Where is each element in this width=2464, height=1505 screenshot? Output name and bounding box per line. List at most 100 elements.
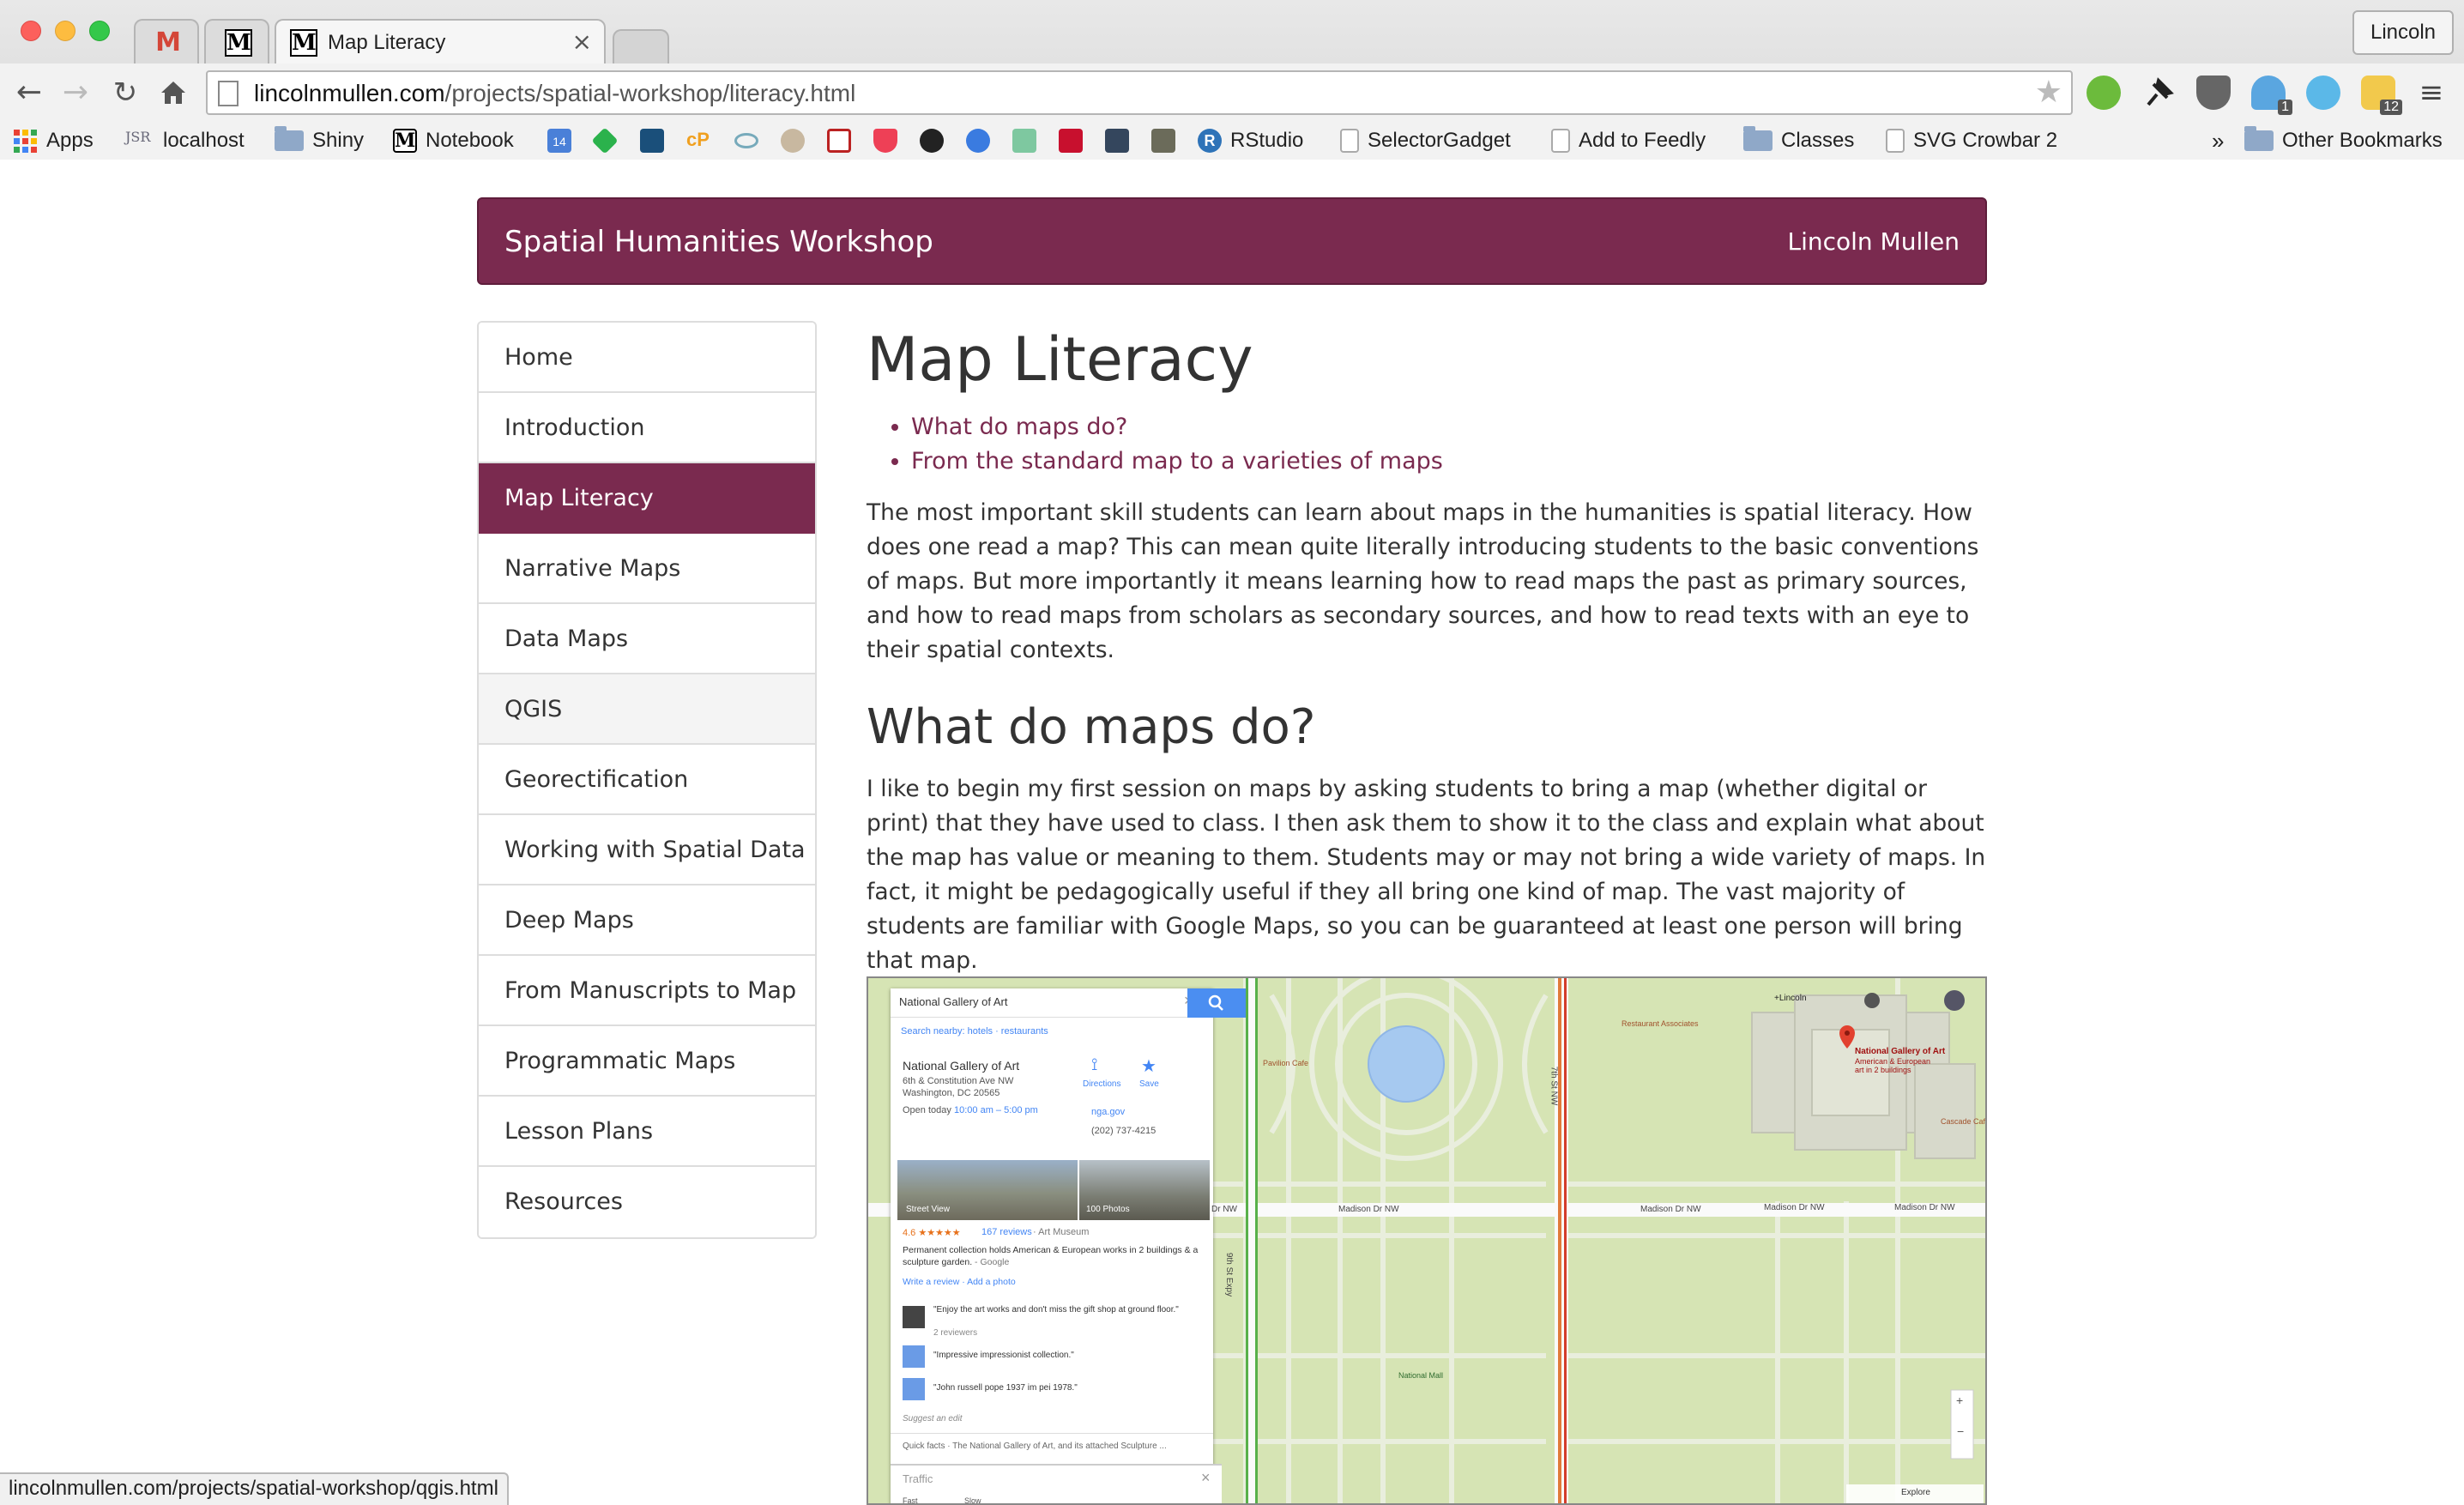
bookmark-bolt[interactable] <box>966 122 999 160</box>
website-link[interactable]: nga.gov <box>1091 1107 1125 1117</box>
bookmark-star[interactable] <box>1059 122 1091 160</box>
write-review-link[interactable]: Write a review · Add a photo <box>903 1277 1016 1287</box>
map-search-button[interactable] <box>1187 988 1246 1018</box>
map-user-link[interactable]: +Lincoln <box>1774 994 1807 1003</box>
explore-button[interactable]: Explore <box>1901 1488 1930 1497</box>
map-search-box[interactable]: National Gallery of Art × <box>891 988 1213 1018</box>
url-text[interactable]: lincolnmullen.com/projects/spatial-works… <box>254 79 855 108</box>
evernote-extension-icon[interactable] <box>2087 76 2121 110</box>
bookmark-calendar[interactable]: 14 <box>547 122 580 160</box>
tab-notebook[interactable]: M <box>204 19 269 63</box>
forward-icon[interactable]: → <box>57 74 94 112</box>
close-icon[interactable]: × <box>1201 1469 1211 1487</box>
zoom-out-icon[interactable]: − <box>1957 1424 1964 1438</box>
bookmark-cpanel[interactable]: cP <box>686 122 724 160</box>
map-street-label: Madison Dr NW <box>1338 1205 1399 1214</box>
tumblr-icon <box>1105 129 1129 153</box>
hours-value[interactable]: 10:00 am – 5:00 pm <box>954 1105 1038 1115</box>
sidebar-item-deep-maps[interactable]: Deep Maps <box>479 885 815 956</box>
bookmark-localhost[interactable]: JSR localhost <box>125 122 245 160</box>
home-icon[interactable] <box>154 74 192 112</box>
sidebar-item-qgis[interactable]: QGIS <box>479 674 815 745</box>
bookmark-star-icon[interactable]: ★ <box>2035 76 2062 110</box>
directions-button[interactable]: Directions <box>1083 1079 1120 1089</box>
bookmark-tumblr[interactable] <box>1105 122 1138 160</box>
bookmark-rstudio[interactable]: R RStudio <box>1198 122 1303 160</box>
pocket-extension-icon[interactable] <box>2196 76 2231 110</box>
tab-gmail[interactable]: M <box>134 19 199 63</box>
m-notebook-icon: M <box>393 129 417 153</box>
sidebar-item-introduction[interactable]: Introduction <box>479 393 815 463</box>
close-window-button[interactable] <box>21 21 41 41</box>
pin-extension-icon[interactable] <box>2141 76 2176 110</box>
new-tab-button[interactable] <box>613 29 669 63</box>
directions-icon[interactable]: ⟟ <box>1091 1055 1097 1075</box>
avatar <box>903 1345 925 1368</box>
minimize-window-button[interactable] <box>55 21 75 41</box>
sidebar-item-georectification[interactable]: Georectification <box>479 745 815 815</box>
bookmark-notebook[interactable]: M Notebook <box>393 122 514 160</box>
close-tab-icon[interactable]: × <box>572 27 592 57</box>
apps-grid-icon <box>14 129 38 153</box>
place-category: · Art Museum <box>1033 1227 1090 1237</box>
zoom-window-button[interactable] <box>89 21 110 41</box>
bookmark-cloud[interactable] <box>734 122 767 160</box>
bookmark-scholar[interactable] <box>640 122 673 160</box>
bookmark-other[interactable]: Other Bookmarks <box>2244 122 2443 160</box>
bookmark-seal[interactable] <box>781 122 813 160</box>
cpanel-icon: cP <box>686 129 710 150</box>
avatar <box>903 1378 925 1400</box>
quick-facts: Quick facts · The National Gallery of Ar… <box>903 1442 1167 1451</box>
bookmark-building[interactable] <box>1151 122 1184 160</box>
bookmark-shield[interactable] <box>827 122 860 160</box>
tab-map-literacy[interactable]: M Map Literacy × <box>275 19 606 63</box>
zoom-in-icon[interactable]: + <box>1956 1393 1963 1407</box>
ghostery-extension-icon[interactable]: 1 <box>2251 76 2292 115</box>
sidebar-item-map-literacy[interactable]: Map Literacy <box>479 463 815 534</box>
photos-thumbnail[interactable]: 100 Photos <box>1079 1160 1210 1220</box>
toc-link-what-do-maps-do[interactable]: What do maps do? <box>911 414 1127 440</box>
reviews-link[interactable]: 167 reviews <box>981 1227 1032 1237</box>
vimeo-extension-icon[interactable] <box>2306 76 2340 110</box>
author-link[interactable]: Lincoln Mullen <box>1787 225 1960 259</box>
map-street-label: 7th St NW <box>1549 1066 1559 1106</box>
feedly-icon <box>591 127 619 154</box>
bookmark-apps[interactable]: Apps <box>14 122 94 160</box>
bookmark-selectorgadget[interactable]: SelectorGadget <box>1340 122 1511 160</box>
back-icon[interactable]: ← <box>10 74 48 112</box>
google-maps-screenshot: National Gallery of Art × Search nearby:… <box>867 976 1987 1505</box>
bookmarks-overflow-chevron-icon[interactable]: » <box>2212 122 2224 160</box>
place-address-city: Washington, DC 20565 <box>903 1088 1000 1098</box>
reload-icon[interactable]: ↻ <box>106 74 144 112</box>
street-view-thumbnail[interactable]: Street View <box>897 1160 1078 1220</box>
bookmark-svg-crowbar[interactable]: SVG Crowbar 2 <box>1886 122 2057 160</box>
sidebar-item-programmatic-maps[interactable]: Programmatic Maps <box>479 1026 815 1097</box>
site-brand-link[interactable]: Spatial Humanities Workshop <box>504 223 933 261</box>
bookmark-wave[interactable] <box>1012 122 1045 160</box>
toc-link-standard-map[interactable]: From the standard map to a varieties of … <box>911 448 1443 474</box>
page-icon <box>1886 129 1905 153</box>
bookmark-pocket[interactable] <box>873 122 906 160</box>
profile-button[interactable]: Lincoln <box>2352 10 2454 55</box>
bookmark-classes[interactable]: Classes <box>1743 122 1854 160</box>
address-bar[interactable]: lincolnmullen.com/projects/spatial-works… <box>206 70 2073 115</box>
puzzle-extension-icon[interactable]: 12 <box>2361 76 2402 115</box>
bookmark-feedly-add[interactable]: Add to Feedly <box>1551 122 1706 160</box>
sidebar-item-lesson-plans[interactable]: Lesson Plans <box>479 1097 815 1167</box>
sidebar-item-home[interactable]: Home <box>479 323 815 393</box>
search-nearby-link[interactable]: Search nearby: hotels · restaurants <box>901 1026 1048 1037</box>
sidebar-item-working-with-spatial-data[interactable]: Working with Spatial Data <box>479 815 815 885</box>
save-button[interactable]: Save <box>1139 1079 1159 1089</box>
sidebar-item-data-maps[interactable]: Data Maps <box>479 604 815 674</box>
bookmark-feedly[interactable] <box>591 122 623 160</box>
bookmark-github[interactable] <box>920 122 952 160</box>
sidebar-item-narrative-maps[interactable]: Narrative Maps <box>479 534 815 604</box>
jsr-icon: JSR <box>125 129 151 145</box>
save-star-icon[interactable]: ★ <box>1141 1055 1157 1077</box>
suggest-edit-link[interactable]: Suggest an edit <box>903 1414 963 1423</box>
sidebar-item-resources[interactable]: Resources <box>479 1167 815 1237</box>
bookmark-shiny[interactable]: Shiny <box>275 122 364 160</box>
menu-icon[interactable]: ≡ <box>2413 74 2450 112</box>
map-street-label: Madison Dr NW <box>1764 1203 1825 1212</box>
sidebar-item-manuscripts-to-map[interactable]: From Manuscripts to Map <box>479 956 815 1026</box>
